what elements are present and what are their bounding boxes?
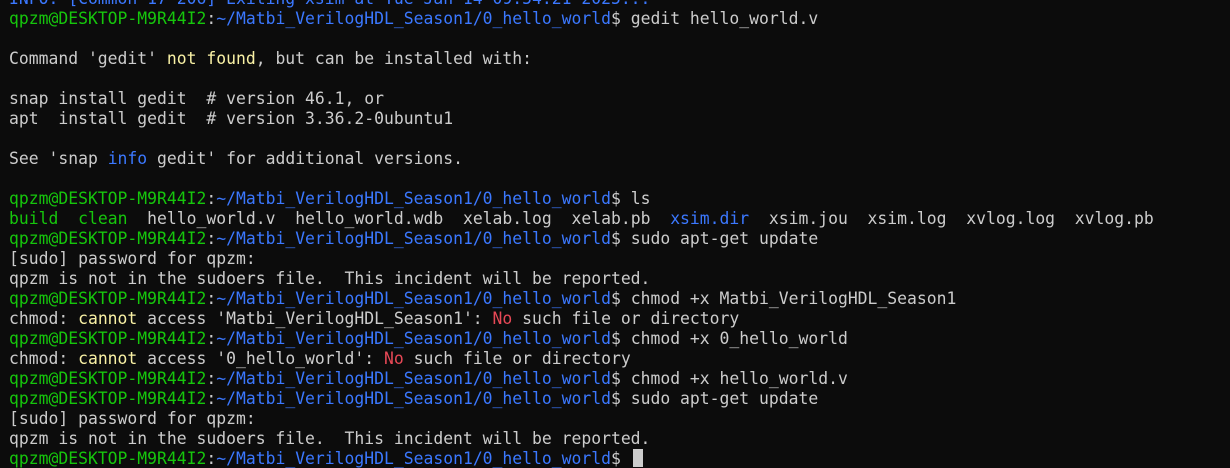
terminal-text-default: apt install gedit # version 3.36.2-0ubun… xyxy=(9,109,454,128)
terminal-line: chmod: cannot access 'Matbi_VerilogHDL_S… xyxy=(9,309,1224,329)
terminal-text-executable: clean xyxy=(78,209,128,228)
terminal-text-default: $ ls xyxy=(610,189,651,208)
terminal-line: qpzm@DESKTOP-M9R44I2:~/Matbi_VerilogHDL_… xyxy=(9,329,1224,349)
terminal-line: qpzm@DESKTOP-M9R44I2:~/Matbi_VerilogHDL_… xyxy=(9,369,1224,389)
terminal-text-path: info xyxy=(107,149,148,168)
terminal-text-default: : xyxy=(206,189,217,208)
terminal-text-path: ~/Matbi_VerilogHDL_Season1/0_hello_world xyxy=(216,449,611,468)
terminal-text-default: : xyxy=(206,9,217,28)
terminal-text-default: $ chmod +x 0_hello_world xyxy=(610,329,848,348)
terminal-text-user: qpzm@DESKTOP-M9R44I2 xyxy=(9,9,207,28)
terminal-text-default: : xyxy=(206,289,217,308)
terminal-text-default: $ sudo apt-get update xyxy=(610,229,819,248)
terminal-text-default: See 'snap xyxy=(9,149,108,168)
terminal-text-default: chmod: xyxy=(9,349,79,368)
terminal-text-user: qpzm@DESKTOP-M9R44I2 xyxy=(9,389,207,408)
terminal-line: qpzm@DESKTOP-M9R44I2:~/Matbi_VerilogHDL_… xyxy=(9,449,1224,468)
terminal-text-default: : xyxy=(206,369,217,388)
terminal-text-path: INFO: [Common 17-206] Exiting xsim at Tu… xyxy=(9,0,650,8)
terminal-text-executable: build xyxy=(9,209,59,228)
terminal-text-user: qpzm@DESKTOP-M9R44I2 xyxy=(9,229,207,248)
terminal-text-default: access 'Matbi_VerilogHDL_Season1': xyxy=(137,309,493,328)
terminal-text-default xyxy=(58,209,78,228)
terminal-text-default: such file or directory xyxy=(403,349,631,368)
terminal-text-path: ~/Matbi_VerilogHDL_Season1/0_hello_world xyxy=(216,389,611,408)
terminal-text-warning: not found xyxy=(166,49,256,68)
terminal-line: qpzm@DESKTOP-M9R44I2:~/Matbi_VerilogHDL_… xyxy=(9,189,1224,209)
terminal-line: qpzm is not in the sudoers file. This in… xyxy=(9,269,1224,289)
terminal-text-default: Command 'gedit' xyxy=(9,49,167,68)
terminal-text-user: qpzm@DESKTOP-M9R44I2 xyxy=(9,189,207,208)
terminal-text-default: chmod: xyxy=(9,309,79,328)
terminal-text-default: $ sudo apt-get update xyxy=(610,389,819,408)
terminal-text-default: such file or directory xyxy=(512,309,740,328)
terminal-text-warning: cannot xyxy=(78,309,138,328)
terminal-line: INFO: [Common 17-206] Exiting xsim at Tu… xyxy=(9,0,1224,9)
terminal-line: Command 'gedit' not found, but can be in… xyxy=(9,49,1224,69)
terminal-text-default: hello_world.v hello_world.wdb xelab.log … xyxy=(127,209,671,228)
terminal-line: snap install gedit # version 46.1, or xyxy=(9,89,1224,109)
terminal-line: [sudo] password for qpzm: xyxy=(9,249,1224,269)
terminal-text-path: ~/Matbi_VerilogHDL_Season1/0_hello_world xyxy=(216,369,611,388)
terminal-text-user: qpzm@DESKTOP-M9R44I2 xyxy=(9,449,207,468)
terminal-text-default: $ gedit hello_world.v xyxy=(610,9,819,28)
terminal-output[interactable]: INFO: [Common 17-206] Exiting xsim at Tu… xyxy=(9,0,1224,468)
terminal-text-user: qpzm@DESKTOP-M9R44I2 xyxy=(9,289,207,308)
terminal-text-default: qpzm is not in the sudoers file. This in… xyxy=(9,269,651,288)
terminal-text-default: access '0_hello_world': xyxy=(137,349,384,368)
terminal-text-user: qpzm@DESKTOP-M9R44I2 xyxy=(9,329,207,348)
terminal-line: qpzm@DESKTOP-M9R44I2:~/Matbi_VerilogHDL_… xyxy=(9,289,1224,309)
terminal-text-user: qpzm@DESKTOP-M9R44I2 xyxy=(9,369,207,388)
terminal-text-default: [sudo] password for qpzm: xyxy=(9,409,256,428)
terminal-text-default: gedit' for additional versions. xyxy=(147,149,463,168)
terminal-text-path: ~/Matbi_VerilogHDL_Season1/0_hello_world xyxy=(216,329,611,348)
terminal-line: qpzm@DESKTOP-M9R44I2:~/Matbi_VerilogHDL_… xyxy=(9,9,1224,29)
terminal-text-path: ~/Matbi_VerilogHDL_Season1/0_hello_world xyxy=(216,9,611,28)
terminal-text-default: , but can be installed with: xyxy=(255,49,533,68)
terminal-line: apt install gedit # version 3.36.2-0ubun… xyxy=(9,109,1224,129)
terminal-text-directory: xsim.dir xyxy=(670,209,750,228)
terminal-line: qpzm@DESKTOP-M9R44I2:~/Matbi_VerilogHDL_… xyxy=(9,389,1224,409)
terminal-text-path: ~/Matbi_VerilogHDL_Season1/0_hello_world xyxy=(216,229,611,248)
terminal-text-default: snap install gedit # version 46.1, or xyxy=(9,89,384,108)
terminal-text-default: [sudo] password for qpzm: xyxy=(9,249,256,268)
terminal-text-error: No xyxy=(492,309,513,328)
terminal-text-error: No xyxy=(384,349,404,368)
terminal-text-default: : xyxy=(206,389,217,408)
terminal-text-path: ~/Matbi_VerilogHDL_Season1/0_hello_world xyxy=(216,189,611,208)
terminal-text-path: ~/Matbi_VerilogHDL_Season1/0_hello_world xyxy=(216,289,611,308)
terminal-text-warning: cannot xyxy=(78,349,138,368)
terminal-text-default: : xyxy=(206,229,217,248)
terminal-line: build clean hello_world.v hello_world.wd… xyxy=(9,209,1224,229)
terminal-text-default: : xyxy=(206,329,217,348)
terminal-line: [sudo] password for qpzm: xyxy=(9,409,1224,429)
text-cursor xyxy=(632,449,643,467)
terminal-line: chmod: cannot access '0_hello_world': No… xyxy=(9,349,1224,369)
terminal-text-default: qpzm is not in the sudoers file. This in… xyxy=(9,429,651,448)
terminal-text-default: $ xyxy=(610,449,631,468)
terminal-line: qpzm is not in the sudoers file. This in… xyxy=(9,429,1224,449)
terminal-text-default: xsim.jou xsim.log xvlog.log xvlog.pb xyxy=(749,209,1154,228)
terminal-line: qpzm@DESKTOP-M9R44I2:~/Matbi_VerilogHDL_… xyxy=(9,229,1224,249)
terminal-text-default: $ chmod +x hello_world.v xyxy=(610,369,848,388)
terminal-window[interactable]: INFO: [Common 17-206] Exiting xsim at Tu… xyxy=(0,0,1230,468)
terminal-text-default: $ chmod +x Matbi_VerilogHDL_Season1 xyxy=(610,289,957,308)
terminal-text-default: : xyxy=(206,449,217,468)
terminal-line: See 'snap info gedit' for additional ver… xyxy=(9,149,1224,169)
